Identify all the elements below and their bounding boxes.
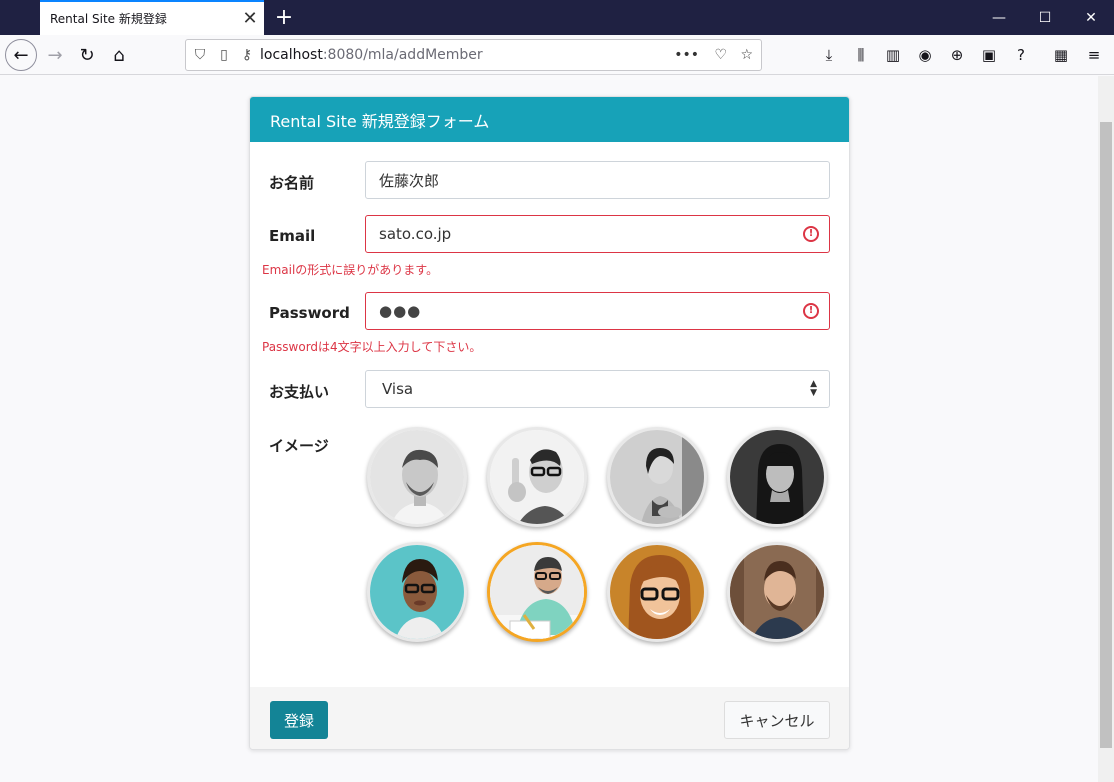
minimize-icon[interactable]: —: [976, 0, 1022, 35]
page-icon: ▯: [220, 47, 228, 63]
shield-icon[interactable]: ⛉: [186, 47, 214, 63]
downloads-icon[interactable]: ⤓: [815, 40, 843, 70]
reload-icon[interactable]: ↻: [72, 40, 102, 70]
password-value: ●●●: [379, 302, 422, 320]
form-header: Rental Site 新規登録フォーム: [250, 97, 849, 142]
sidebar-icon[interactable]: ▥: [879, 40, 907, 70]
cancel-button[interactable]: キャンセル: [724, 701, 830, 739]
avatar-option[interactable]: [367, 427, 467, 527]
library-icon[interactable]: ⫼: [847, 40, 875, 70]
new-tab-icon[interactable]: +: [270, 0, 298, 35]
password-error-icon: !: [803, 303, 819, 319]
avatar-option[interactable]: [727, 427, 827, 527]
password-error-message: Passwordは4文字以上入力して下さい。: [262, 340, 482, 354]
pocket-icon[interactable]: ♡: [714, 47, 727, 63]
extension-icon[interactable]: ▣: [975, 40, 1003, 70]
image-label: イメージ: [269, 437, 329, 455]
select-arrows-icon: ▲ ▼: [810, 379, 817, 398]
avatar-option-selected[interactable]: [487, 542, 587, 642]
email-input[interactable]: sato.co.jp !: [365, 215, 830, 253]
email-error-message: Emailの形式に誤りがあります。: [262, 263, 439, 277]
search-extension-icon[interactable]: ⊕: [943, 40, 971, 70]
register-button[interactable]: 登録: [270, 701, 328, 739]
home-icon[interactable]: ⌂: [104, 40, 134, 70]
name-input[interactable]: 佐藤次郎: [365, 161, 830, 199]
payment-value: Visa: [382, 380, 414, 398]
account-icon[interactable]: ◉: [911, 40, 939, 70]
help-icon[interactable]: ?: [1007, 40, 1035, 70]
email-label: Email: [269, 227, 316, 245]
password-input[interactable]: ●●● !: [365, 292, 830, 330]
name-value: 佐藤次郎: [379, 171, 440, 190]
email-error-icon: !: [803, 226, 819, 242]
registration-form-card: Rental Site 新規登録フォーム お名前 佐藤次郎 Email sato…: [249, 96, 850, 750]
key-icon[interactable]: ⚷: [234, 47, 260, 63]
avatar-option[interactable]: [607, 427, 707, 527]
email-value: sato.co.jp: [379, 225, 452, 243]
avatar-option[interactable]: [367, 542, 467, 642]
forward-icon[interactable]: →: [40, 40, 70, 70]
more-actions-icon[interactable]: •••: [674, 47, 699, 63]
browser-tab[interactable]: Rental Site 新規登録 ✕: [40, 0, 264, 35]
url-host: localhost: [260, 47, 323, 63]
gift-icon[interactable]: ▦: [1047, 40, 1075, 70]
avatar-option[interactable]: [727, 542, 827, 642]
browser-navbar: ← → ↻ ⌂ ⛉ ▯ ⚷ localhost:8080/mla/addMemb…: [0, 35, 1114, 75]
avatar-option[interactable]: [487, 427, 587, 527]
menu-icon[interactable]: ≡: [1080, 40, 1108, 70]
url-bar[interactable]: ⛉ ▯ ⚷ localhost:8080/mla/addMember ••• ♡…: [185, 39, 762, 71]
maximize-icon[interactable]: ☐: [1022, 0, 1068, 35]
name-label: お名前: [269, 174, 315, 192]
scrollbar-thumb[interactable]: [1100, 122, 1112, 748]
close-window-icon[interactable]: ✕: [1068, 0, 1114, 35]
browser-titlebar: Rental Site 新規登録 ✕ + — ☐ ✕: [0, 0, 1114, 35]
tab-close-icon[interactable]: ✕: [236, 8, 264, 29]
tab-title: Rental Site 新規登録: [50, 12, 167, 26]
back-icon[interactable]: ←: [5, 39, 37, 71]
avatar-option[interactable]: [607, 542, 707, 642]
bookmark-star-icon[interactable]: ☆: [740, 47, 753, 63]
payment-label: お支払い: [269, 383, 330, 401]
url-path: :8080/mla/addMember: [322, 47, 483, 63]
password-label: Password: [269, 304, 350, 322]
payment-select[interactable]: Visa ▲ ▼: [365, 370, 830, 408]
